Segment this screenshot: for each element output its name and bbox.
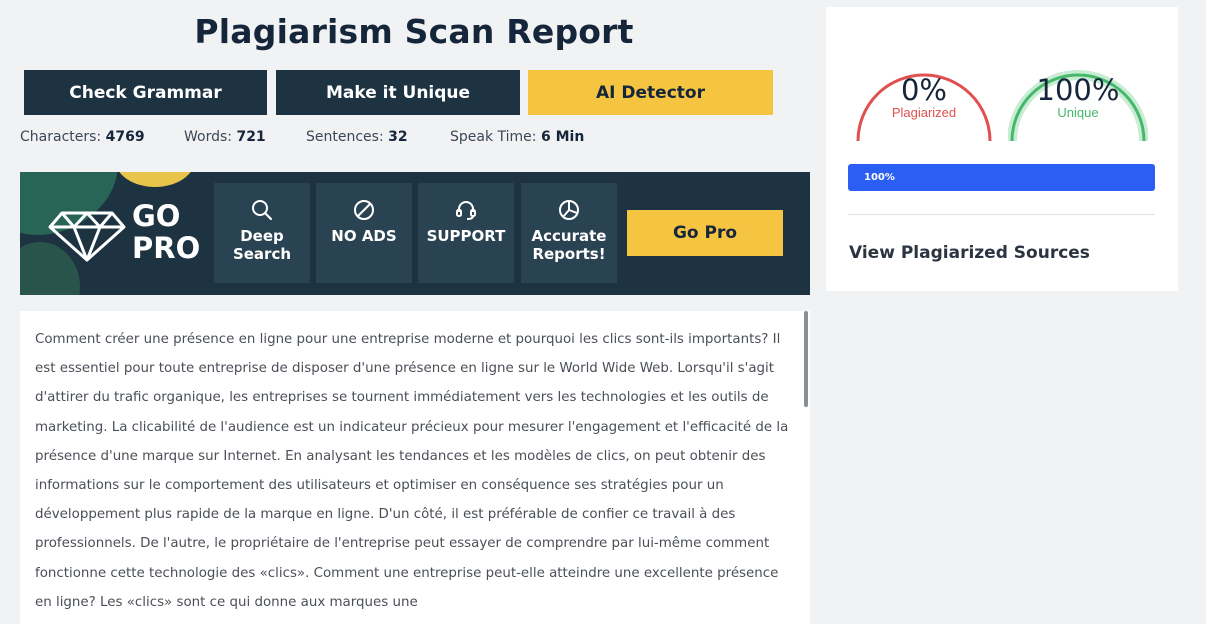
feature-support: SUPPORT	[418, 183, 514, 283]
scanned-text: Comment créer une présence en ligne pour…	[35, 332, 789, 610]
feature-accurate-reports: Accurate Reports!	[521, 183, 617, 283]
feature-deep-search: Deep Search	[214, 183, 310, 283]
go-pro-banner: GO PRO Deep Search NO ADS SUPPORT Accura…	[20, 172, 810, 295]
feature-no-ads: NO ADS	[316, 183, 412, 283]
plagiarized-gauge: 0% Plagiarized	[854, 47, 994, 143]
ban-icon	[354, 200, 374, 220]
make-unique-button[interactable]: Make it Unique	[276, 70, 520, 115]
go-pro-button[interactable]: Go Pro	[627, 210, 783, 256]
page-title: Plagiarism Scan Report	[194, 12, 634, 51]
view-plagiarized-sources-link[interactable]: View Plagiarized Sources	[849, 243, 1090, 263]
characters-stat: Characters: 4769	[20, 129, 145, 145]
diamond-icon	[48, 210, 126, 267]
plagiarized-label: Plagiarized	[891, 105, 957, 120]
unique-percent: 100%	[1036, 73, 1120, 107]
headset-icon	[456, 201, 476, 220]
divider	[848, 214, 1155, 215]
scrollbar[interactable]	[804, 311, 808, 407]
go-pro-logo: GO PRO	[132, 199, 201, 265]
unique-label: Unique	[1057, 105, 1099, 120]
plagiarized-percent: 0%	[900, 73, 947, 107]
speak-time-stat: Speak Time: 6 Min	[450, 129, 585, 145]
words-stat: Words: 721	[184, 129, 266, 145]
unique-gauge: 100% Unique	[1008, 47, 1148, 143]
pie-chart-icon	[559, 200, 579, 220]
ai-detector-button[interactable]: AI Detector	[528, 70, 773, 115]
scan-progress-bar: 100%	[848, 164, 1155, 191]
scanned-text-box[interactable]: Comment créer une présence en ligne pour…	[20, 311, 810, 624]
check-grammar-button[interactable]: Check Grammar	[24, 70, 267, 115]
search-icon	[252, 200, 273, 221]
sentences-stat: Sentences: 32	[306, 129, 408, 145]
results-panel: 0% Plagiarized 100% Unique 100% View Pla…	[826, 7, 1178, 291]
sun-decoration	[115, 172, 195, 187]
